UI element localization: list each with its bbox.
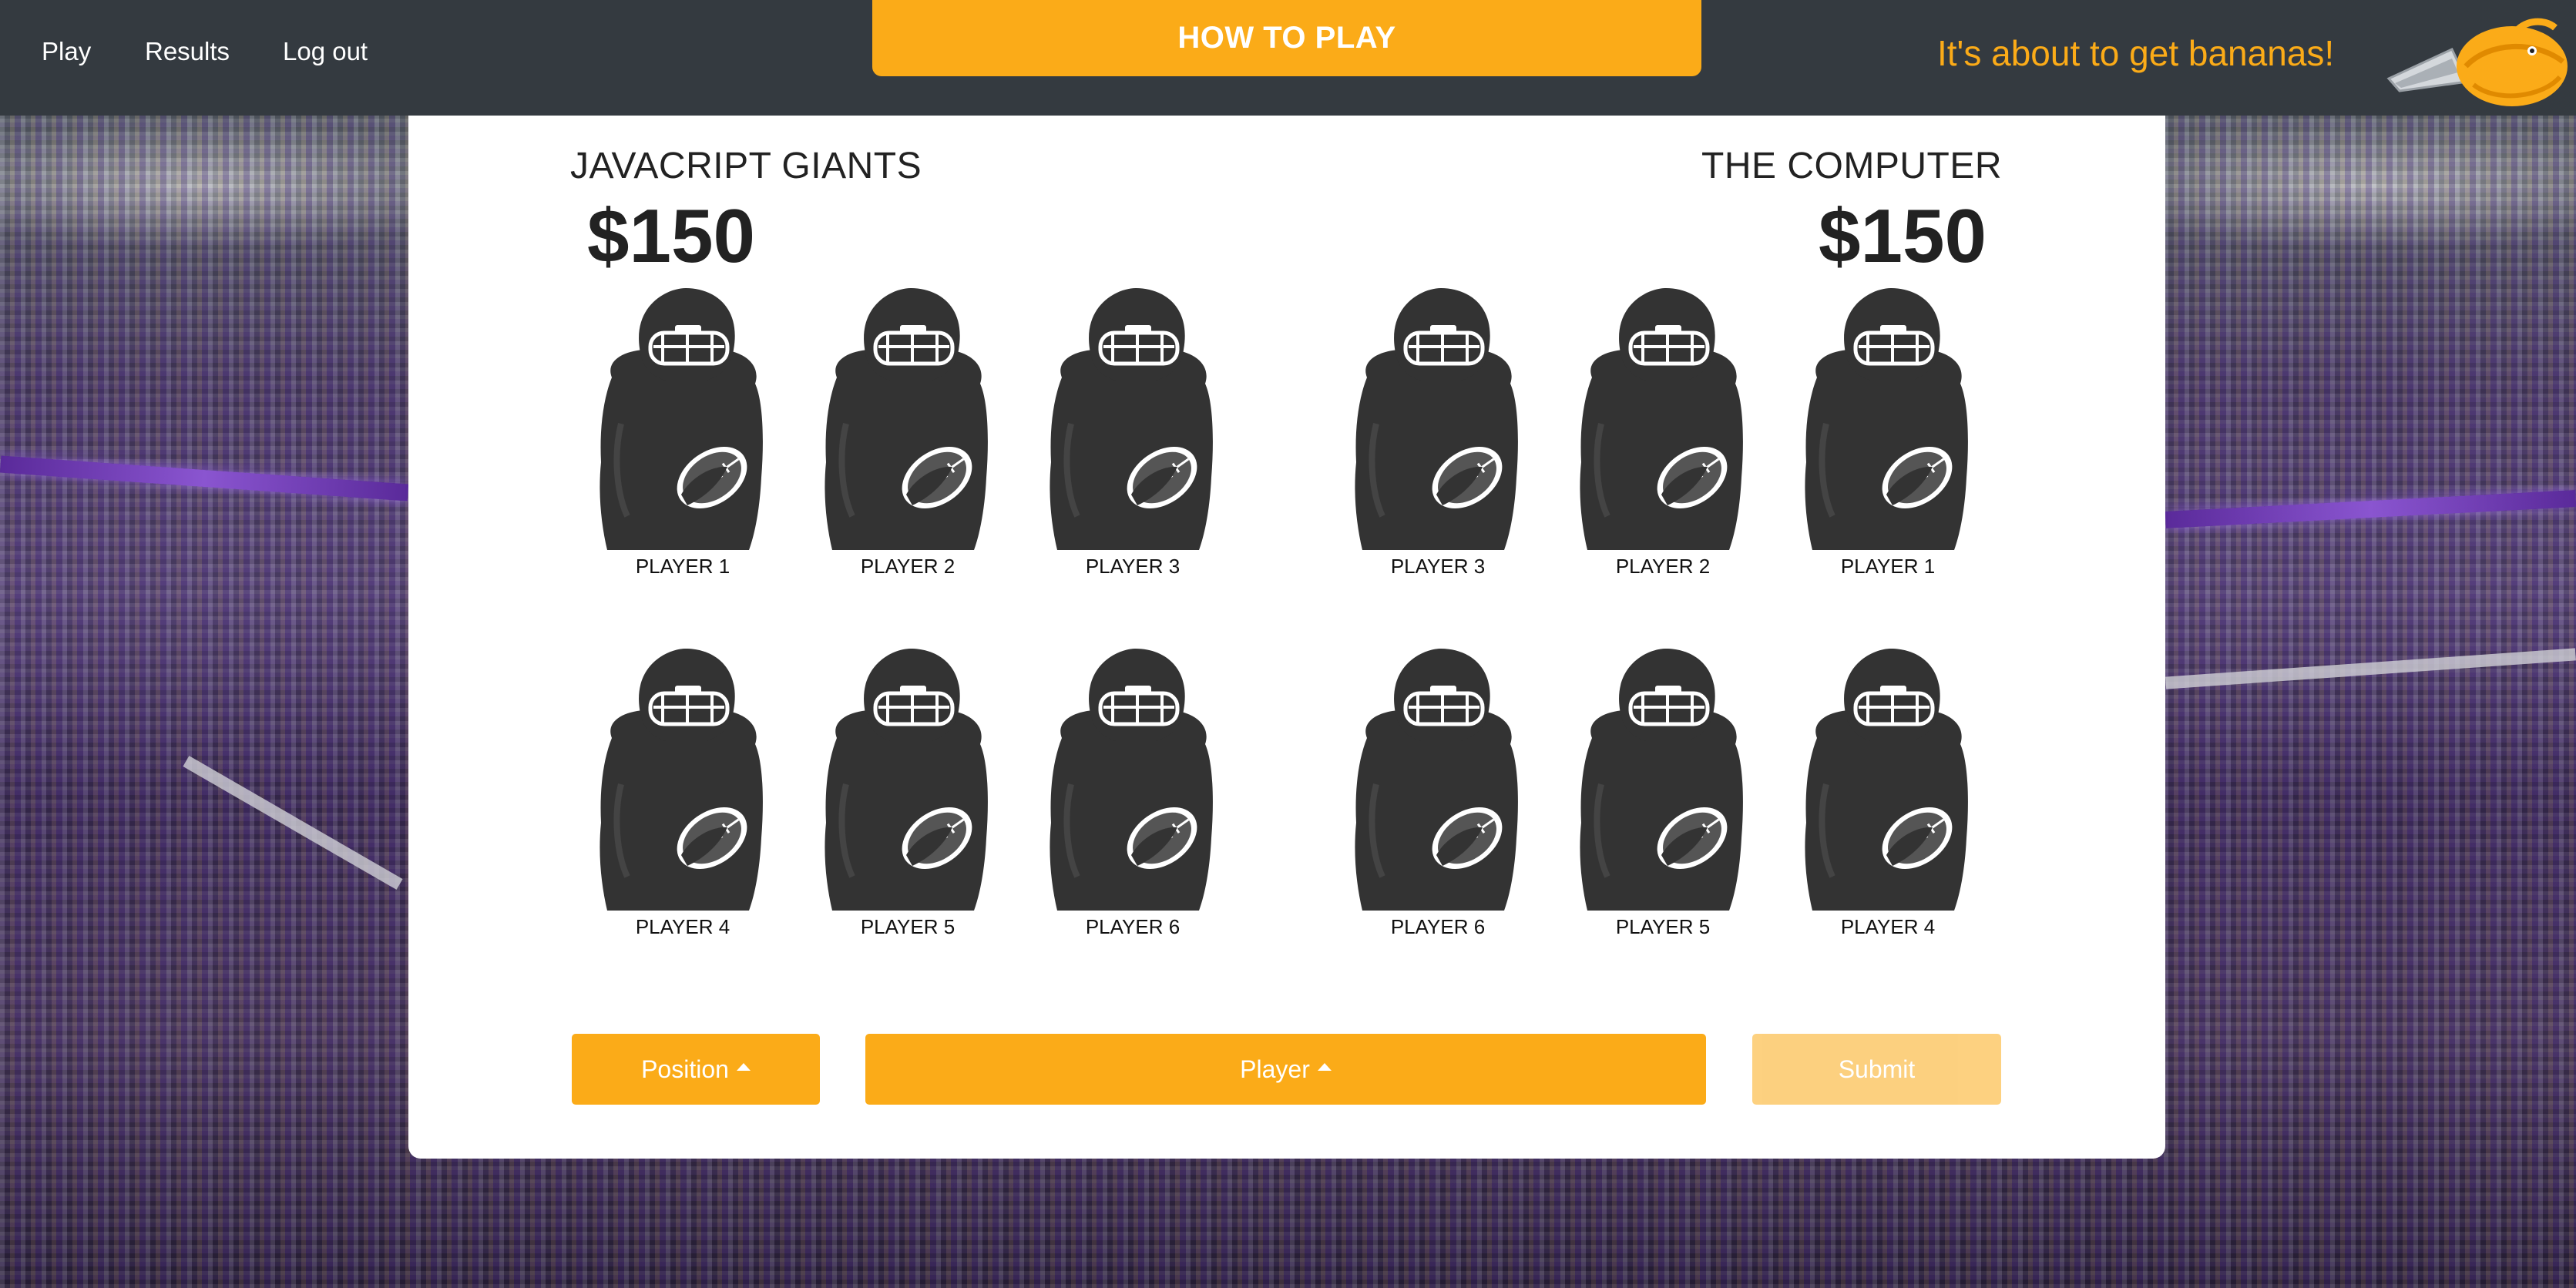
home-player-card[interactable]: PLAYER 5: [808, 646, 1008, 954]
top-navbar: Play Results Log out HOW TO PLAY It's ab…: [0, 0, 2576, 116]
player-label: PLAYER 2: [860, 555, 956, 578]
how-to-play-button[interactable]: HOW TO PLAY: [872, 0, 1701, 76]
submit-button[interactable]: Submit: [1752, 1034, 2001, 1105]
caret-up-icon: [736, 1063, 751, 1071]
player-label: PLAYER 3: [1390, 555, 1486, 578]
football-player-icon: [1795, 646, 1980, 911]
player-label: PLAYER 3: [1085, 555, 1181, 578]
away-player-card[interactable]: PLAYER 5: [1563, 646, 1763, 954]
nav-play-link[interactable]: Play: [42, 37, 91, 66]
home-player-card[interactable]: PLAYER 6: [1033, 646, 1233, 954]
home-player-card[interactable]: PLAYER 1: [583, 285, 783, 593]
football-player-icon: [815, 285, 1000, 550]
football-player-icon: [815, 646, 1000, 911]
player-label: PLAYER 6: [1085, 915, 1181, 938]
position-dropdown-label: Position: [641, 1055, 729, 1083]
football-player-icon: [1040, 646, 1225, 911]
submit-button-label: Submit: [1838, 1055, 1916, 1083]
game-board-card: JAVACRIPT GIANTS $150 THE COMPUTER $150 …: [408, 116, 2165, 1159]
away-team-name: THE COMPUTER: [1701, 146, 2002, 186]
position-dropdown-button[interactable]: Position: [572, 1034, 820, 1105]
home-team-money: $150: [587, 193, 756, 278]
football-player-icon: [1795, 285, 1980, 550]
player-label: PLAYER 4: [635, 915, 730, 938]
player-label: PLAYER 4: [1840, 915, 1936, 938]
football-player-icon: [1570, 285, 1755, 550]
player-label: PLAYER 6: [1390, 915, 1486, 938]
home-player-card[interactable]: PLAYER 4: [583, 646, 783, 954]
player-label: PLAYER 5: [1615, 915, 1711, 938]
football-player-icon: [590, 285, 775, 550]
caret-up-icon: [1317, 1063, 1332, 1071]
away-player-card[interactable]: PLAYER 1: [1788, 285, 1988, 593]
nav-results-link[interactable]: Results: [145, 37, 230, 66]
player-dropdown-button[interactable]: Player: [865, 1034, 1706, 1105]
away-player-card[interactable]: PLAYER 6: [1338, 646, 1538, 954]
home-player-card[interactable]: PLAYER 2: [808, 285, 1008, 593]
football-player-icon: [1040, 285, 1225, 550]
football-player-icon: [1345, 646, 1530, 911]
player-dropdown-label: Player: [1240, 1055, 1310, 1083]
player-label: PLAYER 5: [860, 915, 956, 938]
football-player-icon: [1570, 646, 1755, 911]
banana-football-logo-icon: [2386, 18, 2568, 106]
nav-logout-link[interactable]: Log out: [283, 37, 368, 66]
football-player-icon: [1345, 285, 1530, 550]
player-label: PLAYER 1: [635, 555, 730, 578]
football-player-icon: [590, 646, 775, 911]
away-player-card[interactable]: PLAYER 2: [1563, 285, 1763, 593]
away-player-card[interactable]: PLAYER 4: [1788, 646, 1988, 954]
player-label: PLAYER 2: [1615, 555, 1711, 578]
home-player-card[interactable]: PLAYER 3: [1033, 285, 1233, 593]
away-team-money: $150: [1818, 193, 1987, 278]
player-label: PLAYER 1: [1840, 555, 1936, 578]
away-player-card[interactable]: PLAYER 3: [1338, 285, 1538, 593]
tagline-text: It's about to get bananas!: [1937, 33, 2335, 73]
home-team-name: JAVACRIPT GIANTS: [570, 146, 922, 186]
